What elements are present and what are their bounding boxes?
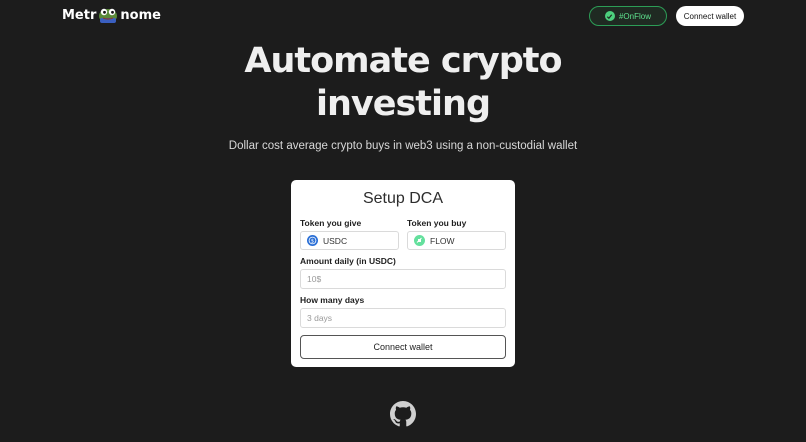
hero-title-line2: investing xyxy=(316,84,491,124)
usdc-token-icon: $ xyxy=(307,235,318,246)
card-connect-wallet-button[interactable]: Connect wallet xyxy=(300,335,506,359)
onflow-button[interactable]: #OnFlow xyxy=(589,6,667,26)
how-many-days-placeholder: 3 days xyxy=(307,313,333,323)
github-icon[interactable] xyxy=(390,401,416,427)
hero-title-line1: Automate crypto xyxy=(244,41,562,81)
header: Metr nome #OnFlow Connect wallet xyxy=(0,0,806,34)
header-connect-wallet-button[interactable]: Connect wallet xyxy=(676,6,744,26)
svg-text:$: $ xyxy=(311,238,314,244)
setup-dca-card: Setup DCA Token you give $ USDC Token yo… xyxy=(291,180,515,367)
amount-daily-placeholder: 10$ xyxy=(307,274,322,284)
token-buy-label: Token you buy xyxy=(407,218,467,228)
token-give-value: USDC xyxy=(323,235,348,246)
flow-token-icon xyxy=(414,235,425,246)
token-buy-select[interactable]: FLOW xyxy=(407,231,506,250)
hero-subtitle: Dollar cost average crypto buys in web3 … xyxy=(228,140,578,152)
pepe-mascot-icon xyxy=(99,8,118,23)
logo-text-right: nome xyxy=(120,7,161,23)
token-give-label: Token you give xyxy=(300,218,362,228)
how-many-days-input[interactable]: 3 days xyxy=(300,308,506,328)
check-circle-icon xyxy=(604,11,615,21)
card-title: Setup DCA xyxy=(362,190,444,207)
how-many-days-label: How many days xyxy=(300,295,365,305)
hero-title: Automate crypto investing xyxy=(0,40,806,126)
onflow-label: #OnFlow xyxy=(618,11,651,21)
token-buy-value: FLOW xyxy=(430,235,455,246)
token-give-select[interactable]: $ USDC xyxy=(300,231,399,250)
logo-text-left: Metr xyxy=(62,7,97,23)
logo[interactable]: Metr nome xyxy=(62,6,161,24)
amount-daily-input[interactable]: 10$ xyxy=(300,269,506,289)
amount-daily-label: Amount daily (in USDC) xyxy=(300,256,396,266)
